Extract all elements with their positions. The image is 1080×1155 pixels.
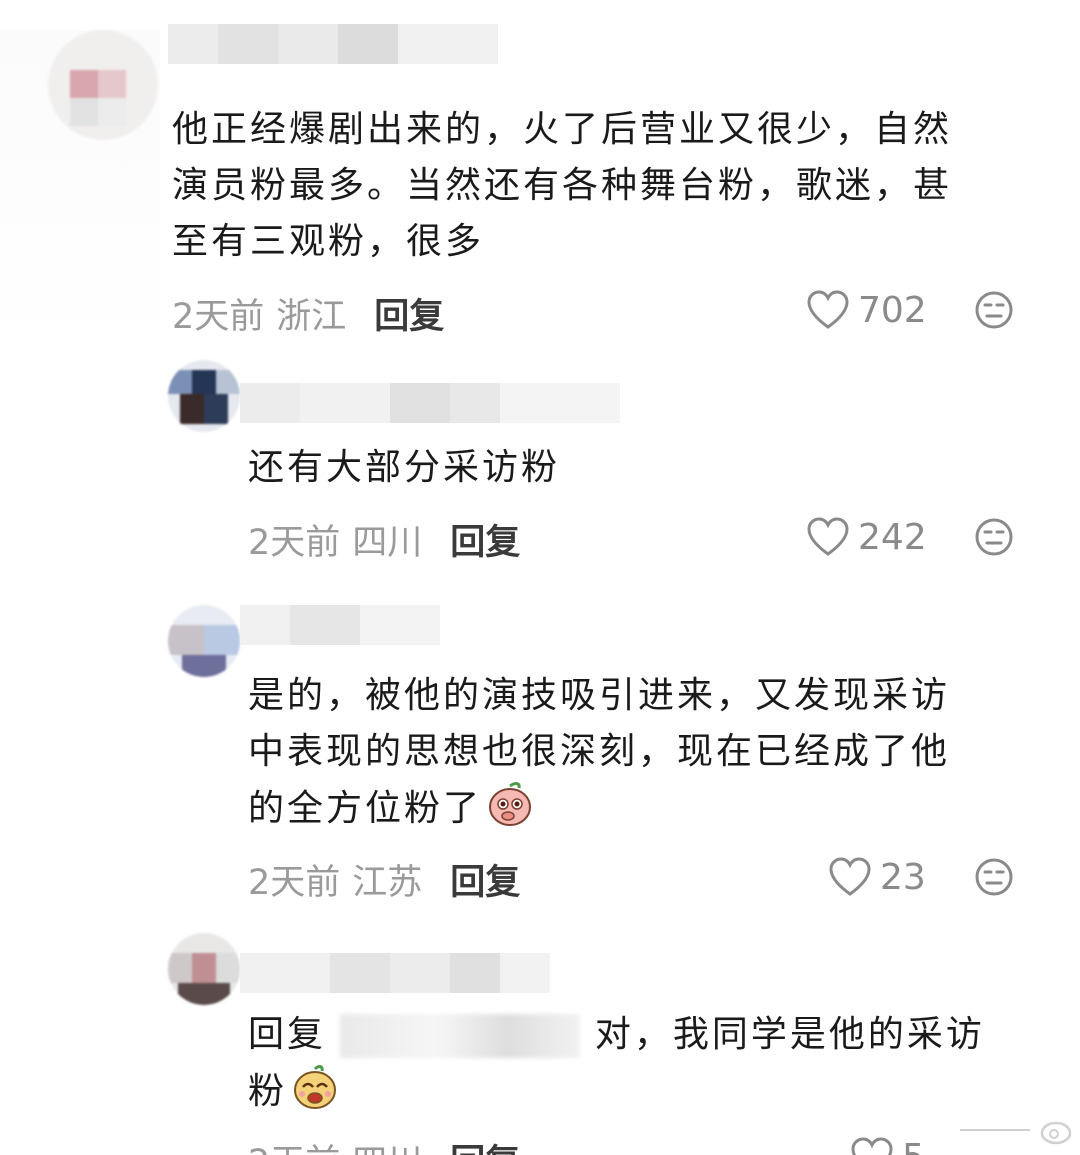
like-count: 23 [880,856,926,898]
comment-text: 是的，被他的演技吸引进来，又发现采访 中表现的思想也很深刻，现在已经成了他 的全… [248,668,950,845]
comment-text-line: 对，我同学是他的采访 [594,1014,985,1055]
username-redacted[interactable] [240,383,620,423]
avatar[interactable] [48,30,158,140]
username-redacted[interactable] [240,953,550,993]
heart-outline-icon [829,857,871,896]
comment-location: 浙江 [276,296,347,337]
reply-prefix: 回复 [248,1014,327,1055]
reply-item: 是的，被他的演技吸引进来，又发现采访 中表现的思想也很深刻，现在已经成了他 的全… [0,585,1080,925]
reply-button[interactable]: 回复 [450,514,520,565]
comment-time: 2天前 [248,522,341,563]
comment-meta: 2天前 四川 回复 [248,1135,520,1155]
sticker-emoji-icon [291,1063,339,1128]
watermark [960,1115,1074,1145]
like-button[interactable]: 23 [828,853,926,901]
comment-text-line-last: 粉 [248,1063,985,1128]
comment-item: 他正经爆剧出来的，火了后营业又很少，自然 演员粉最多。当然还有各种舞台粉，歌迷，… [0,0,1080,345]
reply-button[interactable]: 回复 [450,1134,520,1155]
comment-text-line: 他正经爆剧出来的，火了后营业又很少，自然 [172,109,953,150]
username-redacted[interactable] [240,605,440,645]
mention-redacted[interactable] [340,1014,581,1058]
comment-meta: 2天前 四川 回复 [248,515,520,563]
like-count: 5 [902,1137,925,1155]
comment-text: 他正经爆剧出来的，火了后营业又很少，自然 演员粉最多。当然还有各种舞台粉，歌迷，… [172,102,952,270]
like-button[interactable]: 702 [806,286,927,334]
comment-text-line: 是的，被他的演技吸引进来，又发现采访 [248,675,951,716]
comment-text-line: 至有三观粉，很多 [172,221,485,262]
like-count: 242 [858,516,927,558]
heart-outline-icon [807,290,849,329]
unhappy-face-icon[interactable] [974,517,1014,557]
like-button[interactable]: 242 [806,513,927,561]
comment-meta: 2天前 江苏 回复 [248,855,520,903]
comment-location: 四川 [352,1134,422,1155]
watermark-line [960,1129,1030,1131]
comment-time: 2天前 [172,296,265,337]
avatar[interactable] [168,933,240,1005]
avatar[interactable] [168,360,240,432]
username-redacted[interactable] [168,24,498,64]
comment-text-line: 还有大部分采访粉 [248,447,561,488]
comment-thread: 他正经爆剧出来的，火了后营业又很少，自然 演员粉最多。当然还有各种舞台粉，歌迷，… [0,0,1080,1155]
like-button[interactable]: 5 [850,1133,925,1155]
weibo-logo-icon [1040,1121,1072,1145]
comment-text-line: 中表现的思想也很深刻，现在已经成了他 [248,731,951,772]
heart-outline-icon [851,1137,893,1155]
comment-meta: 2天前 浙江 回复 [172,289,444,337]
reply-button[interactable]: 回复 [374,288,444,339]
reply-item: 还有大部分采访粉 2天前 四川 回复 242 [0,345,1080,585]
unhappy-face-icon[interactable] [974,857,1014,897]
comment-time: 2天前 [248,862,341,903]
comment-text-line: 粉 [248,1071,288,1112]
comment-text: 回复 对，我同学是他的采访 粉 [248,1007,985,1128]
comment-text-line: 的全方位粉了 [248,788,483,829]
like-count: 702 [858,289,927,331]
comment-text-line: 演员粉最多。当然还有各种舞台粉，歌迷，甚 [172,165,953,206]
reply-button[interactable]: 回复 [450,854,520,905]
comment-text-line-last: 的全方位粉了 [248,780,950,845]
sticker-emoji-icon [486,780,534,845]
comment-location: 四川 [352,522,423,563]
unhappy-face-icon[interactable] [974,290,1014,330]
comment-text-line-first: 回复 对，我同学是他的采访 [248,1007,985,1063]
comment-text: 还有大部分采访粉 [248,440,560,496]
comment-time: 2天前 [248,1134,340,1155]
reply-item: 回复 对，我同学是他的采访 粉 [0,925,1080,1155]
avatar[interactable] [168,605,240,677]
comment-location: 江苏 [352,862,423,903]
heart-outline-icon [807,517,849,556]
